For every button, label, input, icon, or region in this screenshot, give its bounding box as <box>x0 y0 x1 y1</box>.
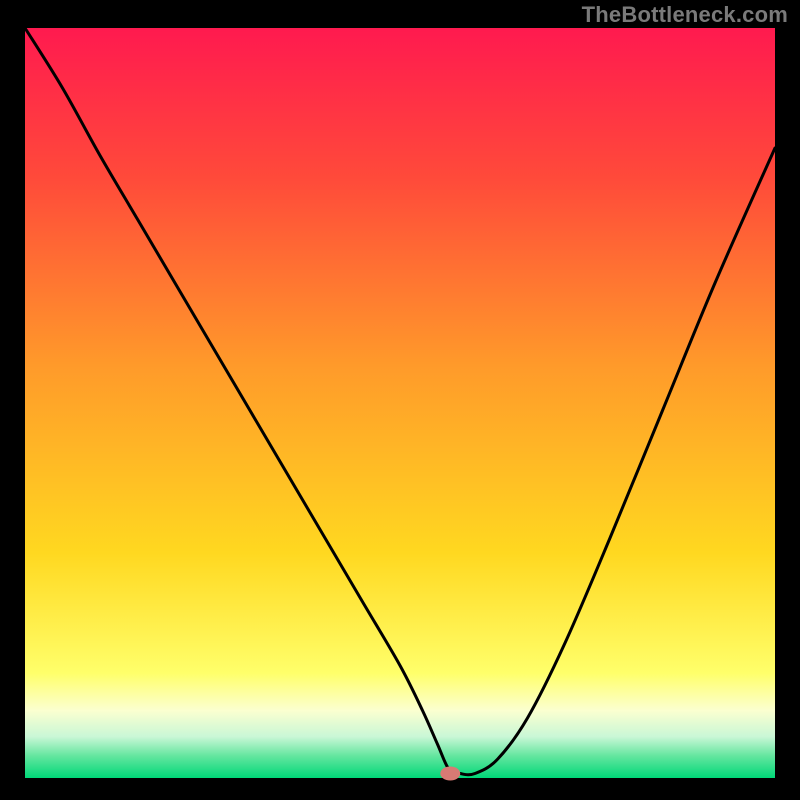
optimal-marker <box>440 767 460 781</box>
bottleneck-chart <box>0 0 800 800</box>
watermark-text: TheBottleneck.com <box>582 2 788 28</box>
chart-frame: TheBottleneck.com <box>0 0 800 800</box>
